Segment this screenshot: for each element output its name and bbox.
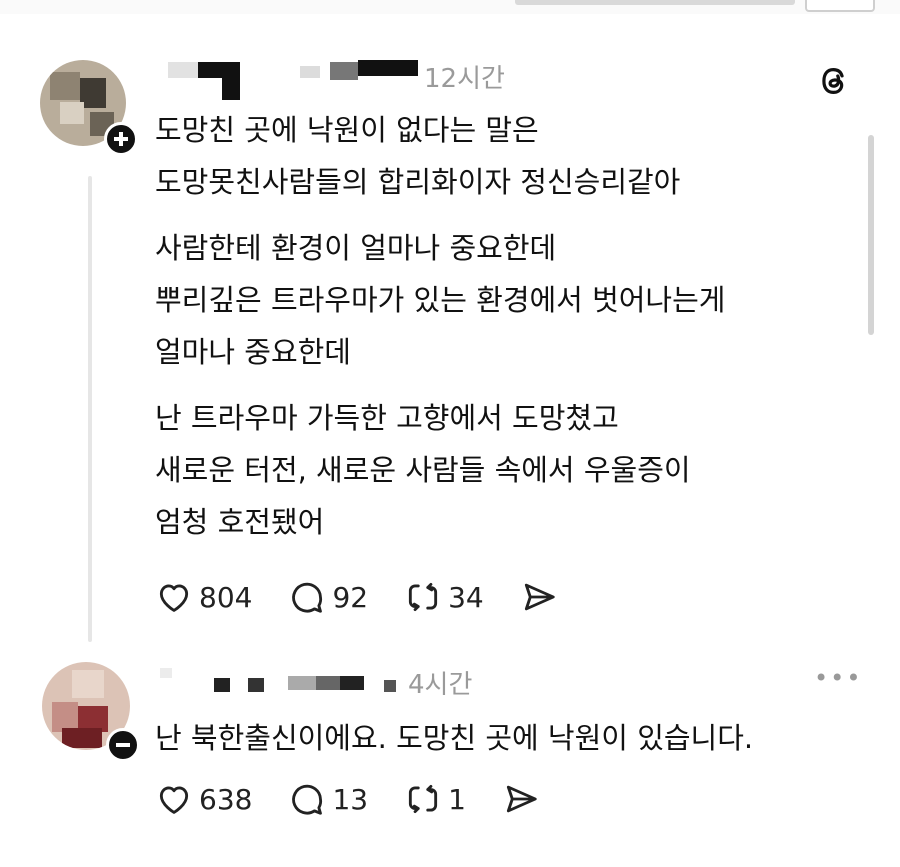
thread-connector-line [88,176,92,642]
repost-button[interactable]: 34 [404,578,484,616]
text-line: 도망못친사람들의 합리화이자 정신승리같아 [155,165,681,199]
comment-icon [288,780,326,818]
reply-count: 92 [332,580,369,614]
more-options-icon[interactable]: ••• [814,664,862,692]
text-line: 사람한테 환경이 얼마나 중요한데 [155,231,557,265]
text-line: 엄청 호전됐어 [155,505,325,539]
reply-count: 13 [332,782,369,816]
user-badge-icon [106,728,140,762]
repost-count: 34 [448,580,484,614]
paragraph: 사람한테 환경이 얼마나 중요한데 뿌리깊은 트라우마가 있는 환경에서 벗어나… [155,222,725,378]
share-button[interactable] [520,578,558,616]
reply-button[interactable]: 13 [288,780,368,818]
scrollbar[interactable] [868,135,874,335]
text-line: 뿌리깊은 트라우마가 있는 환경에서 벗어나는게 [155,283,726,317]
post-actions: 804 92 34 [155,578,594,616]
post-time: 4시간 [408,670,473,700]
browser-top-strip [0,0,900,14]
tab-count-button[interactable] [805,0,875,12]
reply-button[interactable]: 92 [288,578,368,616]
heart-icon [155,578,193,616]
heart-icon [155,780,193,818]
text-line: 도망친 곳에 낙원이 없다는 말은 [155,113,539,147]
repost-count: 1 [448,782,466,816]
like-count: 804 [199,580,253,614]
text-line: 얼마나 중요한데 [155,335,351,369]
follow-badge-icon[interactable] [104,122,138,156]
post-body: 난 북한출신이에요. 도망친 곳에 낙원이 있습니다. [155,712,753,764]
text-line: 난 북한출신이에요. 도망친 곳에 낙원이 있습니다. [155,721,754,755]
threads-logo-icon[interactable] [816,62,852,104]
repost-icon [404,780,442,818]
comment-icon [288,578,326,616]
paragraph: 도망친 곳에 낙원이 없다는 말은 도망못친사람들의 합리화이자 정신승리같아 [155,104,725,208]
like-button[interactable]: 638 [155,780,252,818]
post-time: 12시간 [424,64,505,94]
post-body: 도망친 곳에 낙원이 없다는 말은 도망못친사람들의 합리화이자 정신승리같아 … [155,104,725,562]
text-line: 새로운 터전, 새로운 사람들 속에서 우울증이 [155,453,691,487]
like-button[interactable]: 804 [155,578,252,616]
paragraph: 난 트라우마 가득한 고향에서 도망쳤고 새로운 터전, 새로운 사람들 속에서… [155,392,725,548]
url-bar[interactable] [515,0,795,5]
like-count: 638 [199,782,253,816]
repost-icon [404,578,442,616]
send-icon [502,780,540,818]
share-button[interactable] [502,780,540,818]
text-line: 난 트라우마 가득한 고향에서 도망쳤고 [155,401,619,435]
repost-button[interactable]: 1 [404,780,466,818]
post-actions: 638 13 1 [155,780,576,818]
send-icon [520,578,558,616]
